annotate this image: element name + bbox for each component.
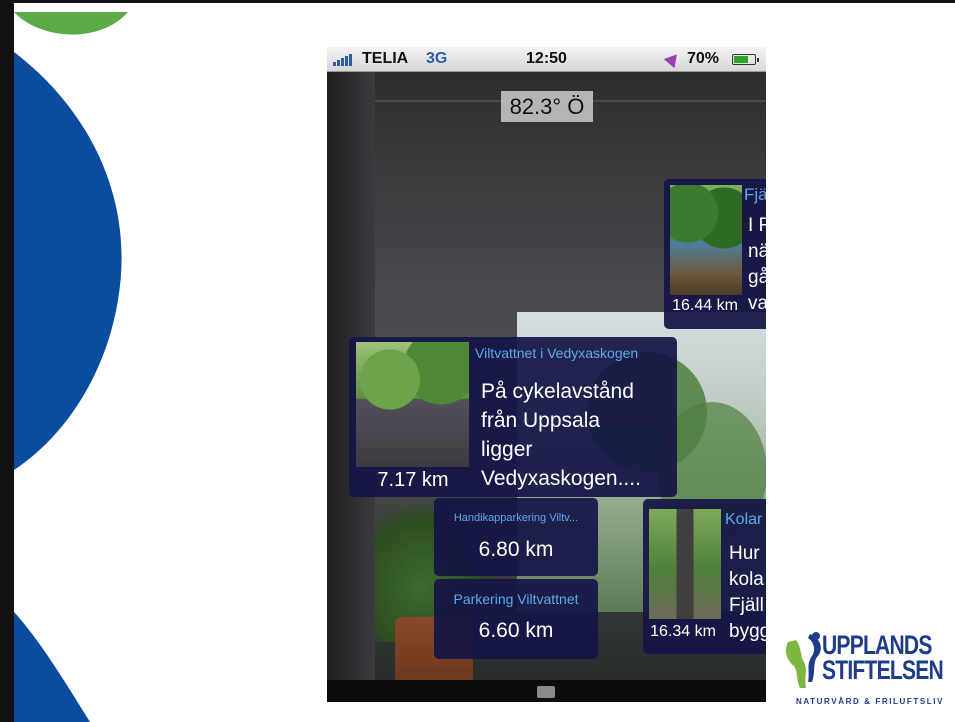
poi-thumbnail: [649, 509, 721, 619]
blue-swoosh-bottom: [14, 612, 90, 722]
poi-title: Fjä: [744, 185, 766, 204]
poi-title: Viltvattnet i Vedyxaskogen: [475, 345, 639, 361]
battery-icon: [732, 54, 759, 65]
poi-thumbnail: [356, 342, 469, 467]
poi-description: På cykelavstånd från Uppsala ligger Vedy…: [481, 380, 641, 490]
phone-screen: TELIA 3G 12:50 70% 82.3° Ö Fjä I F nä gå…: [327, 47, 766, 702]
poi-card-kolar[interactable]: Kolar Hur kola Fjäll bygg 16.34 km: [643, 499, 766, 654]
poi-title: Parkering Viltvattnet: [453, 591, 579, 607]
status-bar: TELIA 3G 12:50 70%: [327, 47, 766, 72]
poi-title: Handikapparkering Viltv...: [453, 512, 579, 524]
poi-description: I F nä gå va: [748, 215, 766, 314]
poi-card-handikapparkering[interactable]: Handikapparkering Viltv... 6.80 km: [434, 498, 598, 576]
home-indicator-icon[interactable]: [537, 686, 555, 698]
compass-heading: 82.3° Ö: [501, 91, 593, 122]
poi-thumbnail: [670, 185, 742, 295]
green-blob: [14, 12, 128, 35]
poi-distance: 16.44 km: [672, 297, 738, 314]
poi-card-parkering[interactable]: Parkering Viltvattnet 6.60 km: [434, 579, 598, 659]
blue-swoosh-top: [14, 52, 122, 470]
poi-distance: 6.60 km: [478, 619, 554, 642]
battery-percent: 70%: [687, 50, 720, 67]
upplandsstiftelsen-logo: UPPLANDS STIFTELSEN NATURVÅRD & FRILUFTS…: [782, 630, 947, 710]
logo-tagline: NATURVÅRD & FRILUFTSLIV: [796, 697, 945, 706]
poi-card-viltvattnet[interactable]: Viltvattnet i Vedyxaskogen På cykelavstå…: [349, 337, 677, 497]
logo-line-2: STIFTELSEN: [822, 655, 944, 685]
poi-distance: 16.34 km: [650, 623, 716, 640]
poi-description: Hur kola Fjäll bygg: [729, 543, 766, 642]
bottom-bar: [327, 680, 766, 702]
slide-decoration: [14, 12, 128, 722]
poi-distance: 7.17 km: [377, 469, 449, 491]
poi-title: Kolar: [725, 511, 763, 528]
poi-card-fjall[interactable]: Fjä I F nä gå va 16.44 km: [664, 179, 766, 329]
poi-distance: 6.80 km: [478, 538, 554, 561]
logo-mark-icon: [786, 632, 821, 688]
